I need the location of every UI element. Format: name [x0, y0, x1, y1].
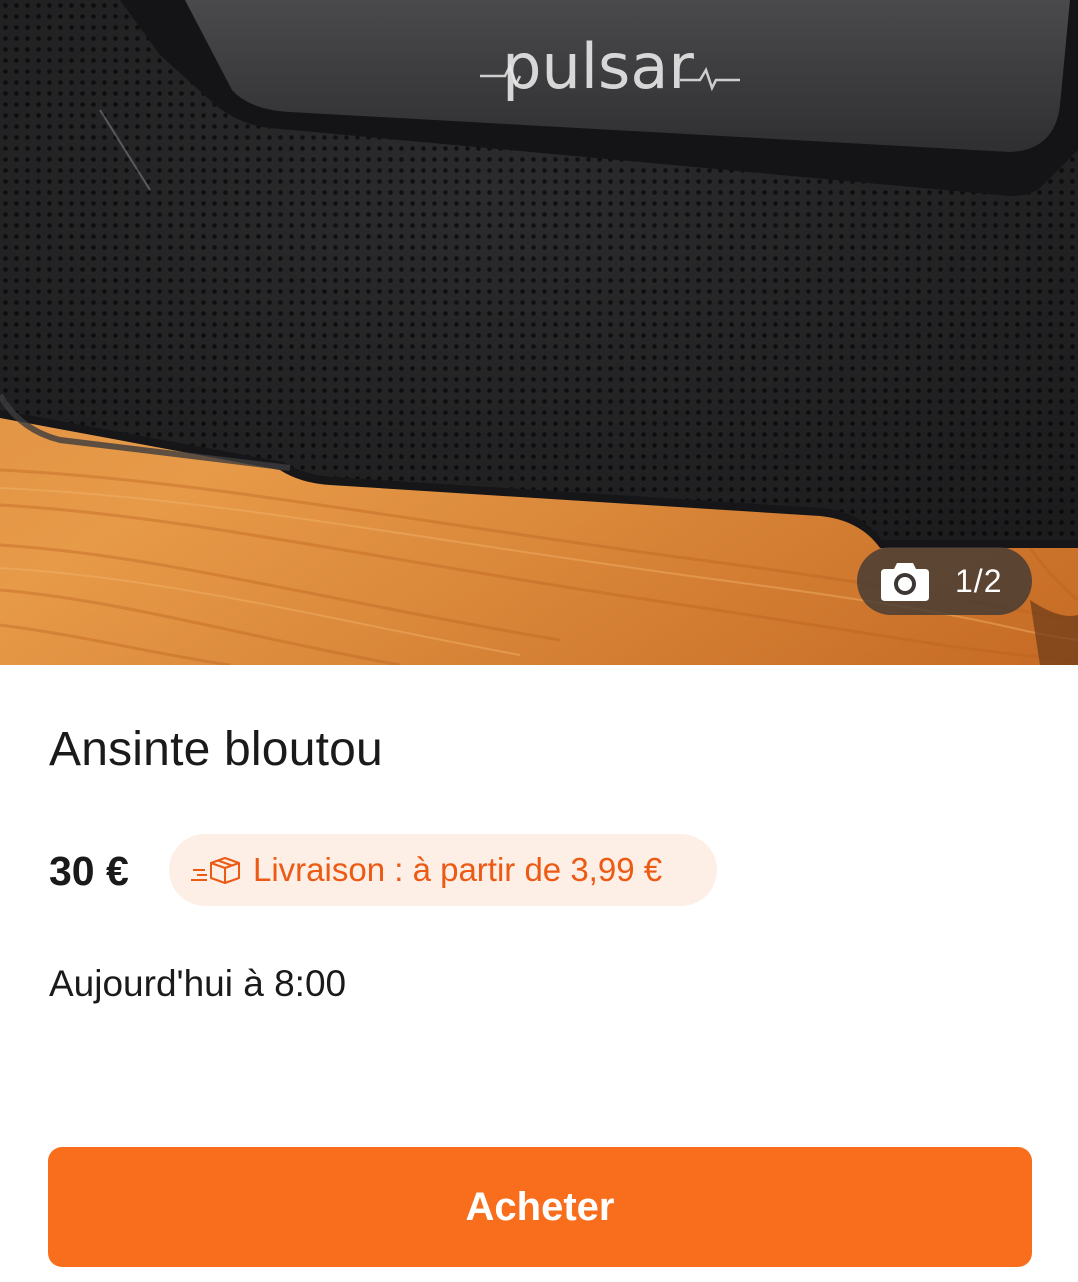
- buy-button[interactable]: Acheter: [48, 1147, 1032, 1267]
- delivery-truck-icon: [191, 854, 243, 886]
- listing-page: pulsar 1/2 Ansinte bloutou 30 € Livraiso…: [0, 0, 1078, 1282]
- delivery-text: Livraison : à partir de 3,99 €: [253, 851, 663, 888]
- listing-photo[interactable]: pulsar 1/2: [0, 0, 1078, 665]
- listing-title: Ansinte bloutou: [49, 723, 383, 776]
- photo-counter-text: 1/2: [955, 562, 1003, 599]
- photo-counter-badge: 1/2: [857, 547, 1032, 615]
- delivery-badge[interactable]: Livraison : à partir de 3,99 €: [169, 834, 717, 906]
- camera-icon: [881, 561, 929, 601]
- listing-price: 30 €: [49, 848, 129, 894]
- listing-date: Aujourd'hui à 8:00: [49, 963, 347, 1004]
- brand-logo-text: pulsar: [502, 30, 694, 103]
